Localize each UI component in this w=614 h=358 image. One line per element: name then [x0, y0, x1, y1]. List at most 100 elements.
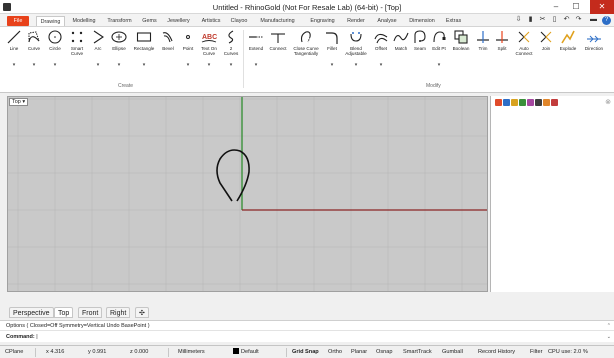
rectangle-tool[interactable]: Rectangle ▾ — [131, 29, 157, 68]
bevel-tool[interactable]: Bevel — [158, 29, 178, 51]
minimize-button[interactable]: – — [546, 0, 566, 14]
arc-tool[interactable]: Arc ▾ — [89, 29, 107, 68]
divider — [168, 348, 169, 357]
join-tool[interactable]: Join — [537, 29, 555, 51]
text-on-curve-tool[interactable]: ABC Text On Curve ▾ — [198, 29, 220, 68]
add-viewport-icon[interactable]: ✣ — [135, 307, 149, 318]
viewport-canvas[interactable] — [8, 97, 488, 292]
materials-tab-icon[interactable] — [519, 99, 526, 106]
help-icon[interactable]: ? — [602, 16, 611, 25]
tab-top[interactable]: Top — [54, 307, 74, 318]
trim-tool[interactable]: Trim — [474, 29, 492, 51]
tab-render[interactable]: Render — [343, 16, 369, 26]
gumball-toggle[interactable]: Gumball — [442, 346, 463, 358]
chevron-down-icon[interactable]: ▾ — [131, 62, 157, 68]
layers-tab-icon[interactable] — [503, 99, 510, 106]
maximize-button[interactable]: ☐ — [566, 0, 586, 14]
chevron-down-icon[interactable]: ▾ — [89, 62, 107, 68]
chevron-down-icon[interactable]: ▾ — [221, 62, 241, 68]
boolean-tool[interactable]: Boolean — [449, 29, 473, 51]
curve-tool[interactable]: Curve ▾ — [24, 29, 44, 68]
render-tab-icon[interactable] — [527, 99, 534, 106]
offset-tool-label: Offset — [374, 46, 388, 51]
smart-curve-tool[interactable]: Smart Curve — [66, 29, 88, 56]
layer-icon[interactable]: ▮ — [526, 15, 535, 25]
notes-tab-icon[interactable] — [551, 99, 558, 106]
tab-artistics[interactable]: Artistics — [197, 16, 225, 26]
extend-tool[interactable]: Extend ▾ — [246, 29, 266, 68]
tab-right[interactable]: Right — [106, 307, 131, 318]
cut-icon[interactable]: ✂ — [538, 15, 547, 25]
tab-engraving[interactable]: Engraving — [304, 16, 341, 26]
save-icon[interactable]: ▬ — [589, 15, 598, 25]
osnap-toggle[interactable]: Osnap — [376, 346, 392, 358]
direction-tool[interactable]: Direction — [581, 29, 607, 51]
tab-jewellery[interactable]: Jewellery — [162, 16, 195, 26]
tab-clayoo[interactable]: Clayoo — [227, 16, 251, 26]
planar-toggle[interactable]: Planar — [351, 346, 367, 358]
scroll-down-icon[interactable]: ⌄ — [607, 331, 611, 343]
edit-point-tool[interactable]: Edit Pt ▾ — [430, 29, 448, 68]
tab-gems[interactable]: Gems — [139, 16, 160, 26]
command-line[interactable]: Command: | ⌄ — [0, 330, 614, 342]
tab-extras[interactable]: Extras — [442, 16, 465, 26]
chevron-down-icon[interactable]: ▾ — [371, 62, 391, 68]
top-viewport[interactable]: Top ▾ — [7, 96, 488, 292]
tab-modelling[interactable]: Modelling — [67, 16, 101, 26]
ortho-toggle[interactable]: Ortho — [328, 346, 342, 358]
tab-manufacturing[interactable]: Manufacturing — [253, 16, 302, 26]
filter-toggle[interactable]: Filter — [530, 346, 542, 358]
line-tool[interactable]: Line ▾ — [5, 29, 23, 68]
ellipse-tool[interactable]: Ellipse ▾ — [108, 29, 130, 68]
display-tab-icon[interactable] — [511, 99, 518, 106]
explode-tool[interactable]: Explode — [556, 29, 580, 51]
two-curves-tool[interactable]: 2 Curves ▾ — [221, 29, 241, 68]
close-panel-icon[interactable]: ⊗ — [605, 98, 611, 106]
chevron-down-icon[interactable]: ▾ — [45, 62, 65, 68]
offset-tool[interactable]: Offset ▾ — [371, 29, 391, 68]
teardrop-curve[interactable] — [216, 149, 250, 202]
chevron-down-icon[interactable]: ▾ — [108, 62, 130, 68]
record-history-toggle[interactable]: Record History — [478, 346, 515, 358]
tab-front[interactable]: Front — [78, 307, 103, 318]
viewport-label[interactable]: Top ▾ — [9, 98, 29, 106]
close-button[interactable]: ✕ — [590, 0, 614, 14]
chevron-down-icon[interactable]: ▾ — [24, 62, 44, 68]
grid-snap-toggle[interactable]: Grid Snap — [292, 346, 319, 358]
chevron-down-icon[interactable]: ▾ — [342, 62, 370, 68]
chevron-down-icon[interactable]: ▾ — [430, 62, 448, 68]
tab-file[interactable]: File — [7, 16, 29, 26]
chevron-down-icon[interactable]: ▾ — [198, 62, 220, 68]
copy-icon[interactable]: ▯ — [550, 15, 559, 25]
help-tab-icon[interactable] — [543, 99, 550, 106]
point-tool[interactable]: Point ▾ — [179, 29, 197, 68]
chevron-down-icon[interactable]: ▾ — [246, 62, 266, 68]
chevron-down-icon[interactable]: ▾ — [323, 62, 341, 68]
properties-tab-icon[interactable] — [495, 99, 502, 106]
download-icon[interactable]: ⇩ — [514, 15, 523, 25]
redo-icon[interactable]: ↷ — [574, 15, 583, 25]
chevron-down-icon[interactable]: ▾ — [22, 99, 25, 105]
close-curve-tangentially-tool[interactable]: Close Curve Tangentially — [290, 29, 322, 56]
connect-tool[interactable]: Connect — [267, 29, 289, 51]
fillet-tool[interactable]: Fillet ▾ — [323, 29, 341, 68]
tab-analyse[interactable]: Analyse — [372, 16, 402, 26]
smart-curve-icon — [71, 31, 83, 43]
tab-transform[interactable]: Transform — [103, 16, 136, 26]
auto-connect-tool[interactable]: Auto Connect — [512, 29, 536, 56]
blend-adjustable-tool[interactable]: Blend Adjustable ▾ — [342, 29, 370, 68]
cplane-indicator[interactable]: CPlane — [5, 346, 23, 358]
undo-icon[interactable]: ↶ — [562, 15, 571, 25]
layer-indicator[interactable]: Default — [233, 346, 259, 358]
chevron-down-icon[interactable]: ▾ — [179, 62, 197, 68]
smarttrack-toggle[interactable]: SmartTrack — [403, 346, 432, 358]
circle-tool[interactable]: Circle ▾ — [45, 29, 65, 68]
tab-perspective[interactable]: Perspective — [9, 307, 54, 318]
units-indicator[interactable]: Millimeters — [178, 346, 205, 358]
seam-tool[interactable]: Seam — [411, 29, 429, 51]
tab-dimension[interactable]: Dimension — [404, 16, 440, 26]
chevron-down-icon[interactable]: ▾ — [5, 62, 23, 68]
match-tool[interactable]: Match — [392, 29, 410, 51]
split-tool[interactable]: Split — [493, 29, 511, 51]
library-tab-icon[interactable] — [535, 99, 542, 106]
